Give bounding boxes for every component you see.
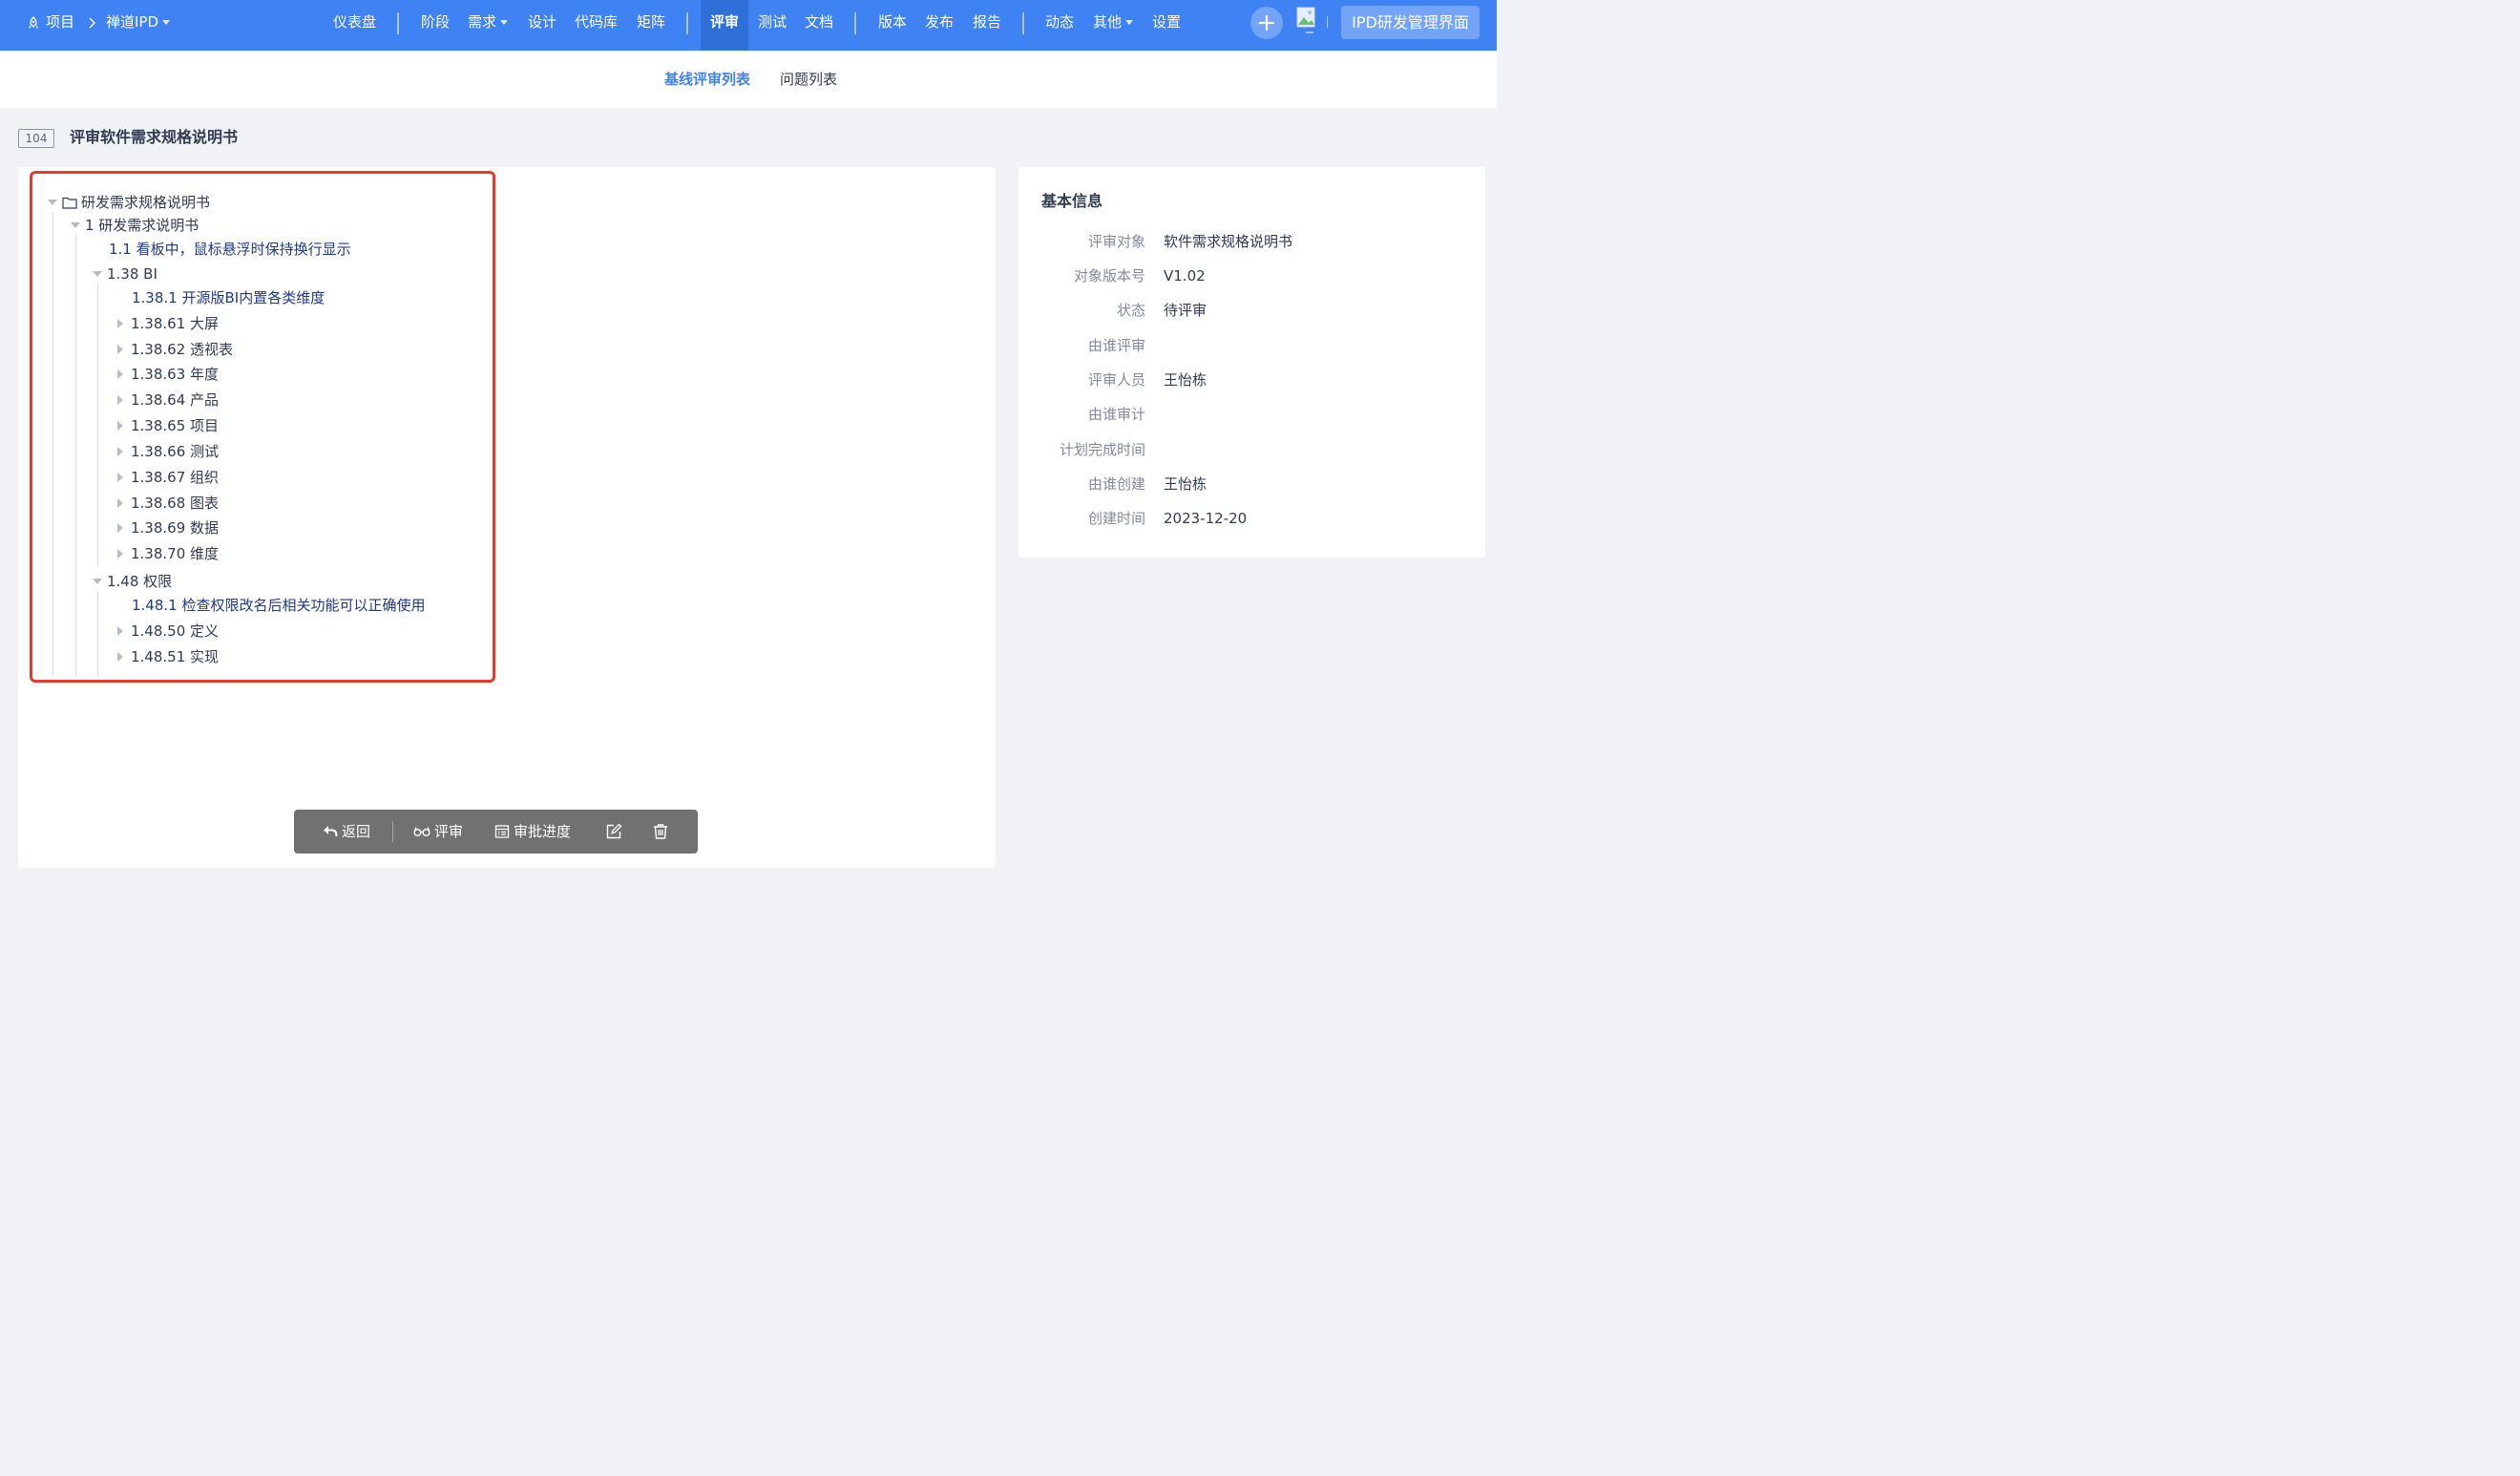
nav-divider [854,12,856,34]
tab-issue-list[interactable]: 问题列表 [780,51,837,108]
delete-button[interactable] [652,810,673,854]
info-label: 状态 [1116,302,1145,319]
product-label: 禅道IPD [106,13,159,31]
back-arrow-icon [324,826,338,837]
nav-repo[interactable]: 代码库 [565,0,627,45]
breadcrumb-chevron-icon [88,0,95,45]
review-button[interactable]: 评审 [413,810,463,854]
info-value: 软件需求规格说明书 [1164,233,1293,250]
list-doc-icon [494,825,510,838]
info-label: 计划完成时间 [1059,441,1145,458]
info-value: 2023-12-20 [1164,510,1248,527]
create-button[interactable] [1250,7,1283,39]
nav-stage[interactable]: 阶段 [411,0,459,45]
info-label: 对象版本号 [1073,267,1145,285]
review-id-badge: 104 [18,129,54,148]
info-label: 评审人员 [1087,371,1145,389]
nav-design[interactable]: 设计 [518,0,566,45]
info-label: 由谁评审 [1087,337,1145,354]
review-button-label: 评审 [434,823,464,840]
broken-image-icon [1296,7,1315,33]
edit-icon [606,823,622,839]
nav-dashboard[interactable]: 仪表盘 [324,0,386,45]
page-title: 评审软件需求规格说明书 [70,128,239,146]
back-button[interactable]: 返回 [323,810,370,854]
info-label: 评审对象 [1087,233,1145,250]
info-value: V1.02 [1164,267,1206,285]
nav-release[interactable]: 发布 [915,0,963,45]
plus-icon [1259,15,1274,31]
basic-info-panel [1018,167,1485,558]
info-value: 王怡栋 [1164,475,1208,493]
approval-progress-button[interactable]: 审批进度 [494,810,571,854]
project-icon [28,15,39,29]
tab-baseline-review-list[interactable]: 基线评审列表 [664,51,750,108]
nav-more-label: 其他 [1093,13,1123,31]
approval-button-label: 审批进度 [514,823,572,840]
nav-settings[interactable]: 设置 [1143,0,1190,45]
info-label: 由谁审计 [1087,406,1145,423]
basic-info-title: 基本信息 [1041,192,1103,210]
nav-more[interactable]: 其他 [1083,0,1143,45]
nav-divider [686,12,688,34]
sub-navbar: 基线评审列表 问题列表 [0,51,1497,108]
top-navbar: 项目 禅道IPD 仪表盘 阶段 需求 设计 代码库 矩阵 评审 测试 文档 版本… [0,0,1497,51]
info-label: 创建时间 [1087,510,1145,527]
info-label: 由谁创建 [1087,475,1145,493]
nav-requirement[interactable]: 需求 [458,0,517,45]
toolbar-divider [392,821,393,842]
nav-matrix[interactable]: 矩阵 [627,0,675,45]
glasses-icon [413,827,430,836]
project-menu[interactable]: 项目 [27,0,74,45]
highlight-annotation-box [30,171,495,683]
edit-button[interactable] [605,810,626,854]
nav-requirement-label: 需求 [468,13,497,31]
chevron-down-icon [1125,20,1134,25]
nav-divider [1022,12,1024,34]
nav-activity[interactable]: 动态 [1036,0,1083,45]
ipd-interface-button[interactable]: IPD研发管理界面 [1341,6,1480,39]
nav-report[interactable]: 报告 [963,0,1011,45]
project-label: 项目 [46,13,75,31]
chevron-down-icon [500,20,509,25]
nav-review[interactable]: 评审 [701,0,749,51]
nav-build[interactable]: 版本 [869,0,916,45]
avatar[interactable] [1296,6,1319,34]
nav-doc[interactable]: 文档 [795,0,843,45]
info-value: 王怡栋 [1164,371,1208,389]
product-switcher[interactable]: 禅道IPD [106,0,171,45]
trash-icon [654,824,667,839]
back-button-label: 返回 [342,823,371,840]
action-toolbar: 返回 评审 审批进度 [294,810,698,854]
info-value: 待评审 [1164,302,1208,319]
nav-divider [397,12,399,34]
nav-divider [1327,16,1328,28]
nav-test[interactable]: 测试 [748,0,796,45]
chevron-down-icon [162,20,171,25]
